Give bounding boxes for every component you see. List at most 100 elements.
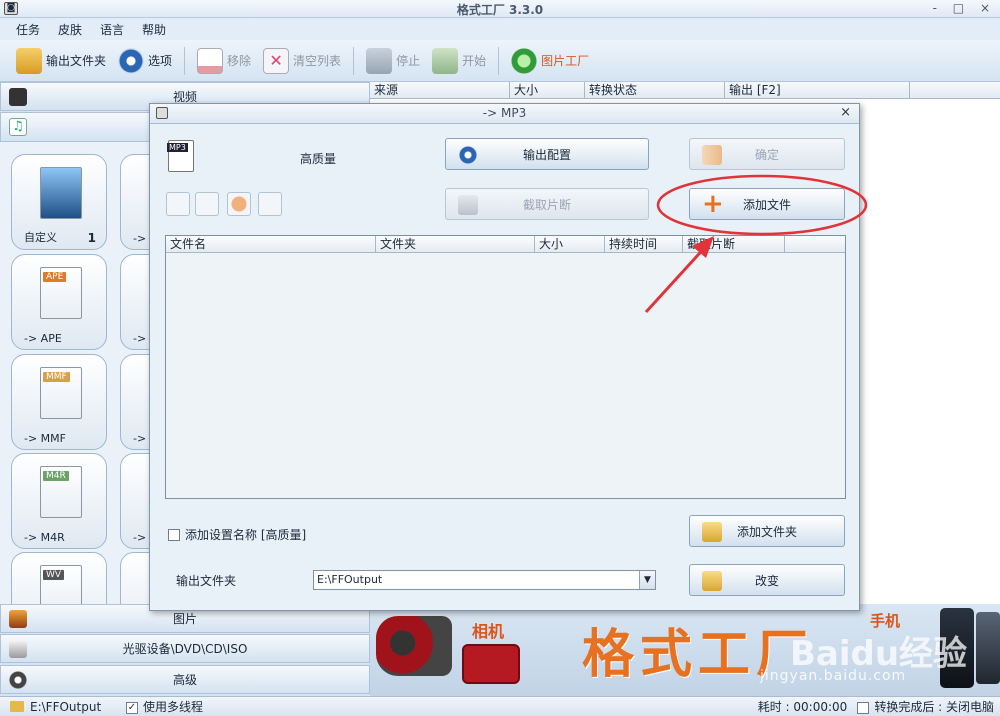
- tile-wv[interactable]: WV: [11, 552, 107, 604]
- add-setting-name-label: 添加设置名称 [高质量]: [185, 528, 307, 542]
- tile-label: -> M4R: [24, 531, 65, 544]
- folder-add-icon: [702, 522, 722, 542]
- close-icon[interactable]: ×: [840, 105, 851, 120]
- menu-help[interactable]: 帮助: [142, 21, 166, 38]
- remove-item-icon[interactable]: [166, 192, 190, 216]
- tile-custom[interactable]: 自定义 1: [11, 154, 107, 250]
- format-tag: MMF: [43, 372, 70, 382]
- camera-label: 相机: [472, 622, 505, 641]
- mp3-file-icon: MP3: [167, 140, 194, 172]
- clear-items-icon[interactable]: [195, 192, 219, 216]
- multithread-checkbox[interactable]: ✓: [126, 701, 138, 714]
- output-folder-select[interactable]: E:\FFOutput ▼: [313, 570, 656, 590]
- category-rom[interactable]: 光驱设备\DVD\CD\ISO: [0, 634, 370, 663]
- after-convert-checkbox[interactable]: [857, 701, 870, 714]
- menu-language[interactable]: 语言: [100, 21, 124, 38]
- tile-mmf[interactable]: MMF -> MMF: [11, 354, 107, 450]
- remove-label: 移除: [227, 54, 252, 68]
- folder-icon: [16, 47, 42, 74]
- menu-skin[interactable]: 皮肤: [58, 21, 82, 38]
- file-list-body[interactable]: [166, 253, 845, 498]
- options-button[interactable]: 选项: [112, 45, 178, 77]
- category-advanced-label: 高级: [172, 673, 197, 687]
- col-status[interactable]: 转换状态: [585, 82, 725, 98]
- after-convert-option[interactable]: 转换完成后 : 关闭电脑: [857, 698, 994, 715]
- title-bar: ◙ 格式工厂 3.3.0 - □ ×: [0, 0, 1000, 18]
- folder-icon: [702, 571, 722, 591]
- scissors-icon: [458, 195, 478, 215]
- dialog-title-bar: -> MP3 ×: [150, 104, 859, 124]
- format-tag: APE: [43, 272, 67, 282]
- menu-task[interactable]: 任务: [16, 21, 40, 38]
- col-duration[interactable]: 持续时间: [605, 236, 683, 252]
- video-icon: [9, 88, 27, 106]
- menu-bar: 任务 皮肤 语言 帮助: [0, 18, 1000, 40]
- window-controls[interactable]: - □ ×: [933, 1, 996, 15]
- col-clip[interactable]: 截取片断: [683, 236, 785, 252]
- elapsed-time: 耗时 : 00:00:00: [757, 700, 848, 714]
- col-filename[interactable]: 文件名: [166, 236, 376, 252]
- col-size[interactable]: 大小: [510, 82, 585, 98]
- window-title: 格式工厂 3.3.0: [456, 3, 544, 17]
- add-file-button[interactable]: + 添加文件: [689, 188, 845, 220]
- start-button[interactable]: 开始: [426, 45, 492, 77]
- ape-file-icon: APE: [40, 267, 82, 319]
- multithread-label: 使用多线程: [143, 700, 204, 714]
- col-output[interactable]: 输出 [F2]: [725, 82, 910, 98]
- mmf-file-icon: MMF: [40, 367, 82, 419]
- file-list[interactable]: 文件名 文件夹 大小 持续时间 截取片断: [165, 235, 846, 499]
- add-setting-name-option[interactable]: 添加设置名称 [高质量]: [168, 526, 306, 543]
- m4r-file-icon: M4R: [40, 466, 82, 518]
- tile-label: ->: [133, 332, 147, 345]
- tile-label: ->: [133, 432, 147, 445]
- play-icon[interactable]: [227, 192, 251, 216]
- info-icon[interactable]: [258, 192, 282, 216]
- task-list-header: 来源 大小 转换状态 输出 [F2]: [370, 82, 1000, 99]
- wv-file-icon: WV: [40, 565, 82, 604]
- confirm-button[interactable]: 确定: [689, 138, 845, 170]
- add-setting-name-checkbox[interactable]: [168, 528, 180, 541]
- clear-list-label: 清空列表: [293, 54, 342, 68]
- output-folder-label: 输出文件夹: [176, 574, 237, 588]
- start-label: 开始: [462, 54, 487, 68]
- tile-ape[interactable]: APE -> APE: [11, 254, 107, 350]
- toolbar-divider: [184, 46, 186, 75]
- output-config-button[interactable]: 输出配置: [445, 138, 649, 170]
- category-advanced[interactable]: 高级: [0, 665, 370, 694]
- plus-icon: +: [702, 189, 724, 219]
- picture-factory-button[interactable]: 图片工厂: [505, 45, 595, 77]
- clear-list-button[interactable]: ✕ 清空列表: [257, 45, 347, 77]
- format-tag: M4R: [43, 471, 69, 481]
- clip-button[interactable]: 截取片断: [445, 188, 649, 220]
- col-folder[interactable]: 文件夹: [376, 236, 535, 252]
- tile-label: 自定义: [24, 231, 57, 244]
- camera-image: [462, 644, 520, 684]
- baidu-watermark-url: jingyan.baidu.com: [760, 668, 907, 684]
- picture-factory-icon: [511, 47, 538, 74]
- status-output-path[interactable]: E:\FFOutput: [30, 700, 110, 714]
- quality-label: 高质量: [300, 152, 337, 166]
- col-source[interactable]: 来源: [370, 82, 510, 98]
- change-button[interactable]: 改变: [689, 564, 845, 596]
- format-tag: MP3: [167, 143, 188, 152]
- add-folder-button[interactable]: 添加文件夹: [689, 515, 845, 547]
- output-config-label: 输出配置: [522, 147, 571, 162]
- tile-m4r[interactable]: M4R -> M4R: [11, 453, 107, 549]
- output-folder-button[interactable]: 输出文件夹: [10, 45, 112, 77]
- stop-icon: [366, 47, 393, 74]
- toolbar-divider: [498, 46, 500, 75]
- video-camera-image: [376, 616, 452, 676]
- ad-banner: 相机 格式工厂 手机 Baidu经验 jingyan.baidu.com: [370, 604, 1000, 696]
- picture-factory-label: 图片工厂: [541, 54, 590, 68]
- tile-label: -> APE: [24, 332, 62, 345]
- options-label: 选项: [148, 54, 173, 68]
- stop-button[interactable]: 停止: [360, 45, 426, 77]
- col-size[interactable]: 大小: [535, 236, 605, 252]
- chevron-down-icon[interactable]: ▼: [639, 571, 655, 589]
- start-icon: [432, 47, 459, 74]
- add-file-label: 添加文件: [742, 197, 791, 212]
- tile-label: ->: [133, 531, 147, 544]
- remove-button[interactable]: 移除: [191, 45, 257, 77]
- arrow-right-icon: [702, 145, 722, 165]
- multithread-option[interactable]: ✓ 使用多线程: [126, 698, 203, 715]
